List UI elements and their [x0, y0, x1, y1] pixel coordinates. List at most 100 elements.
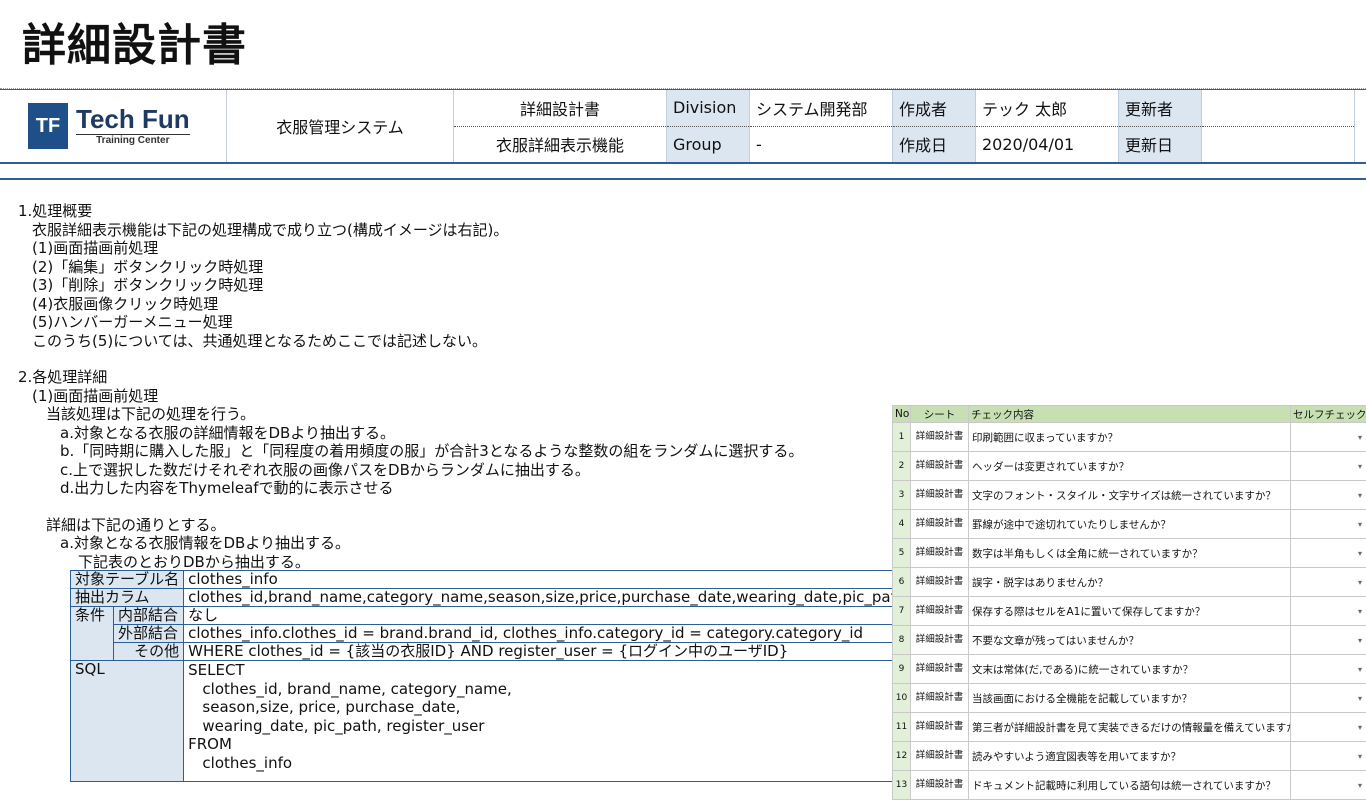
author-label: 作成者 — [893, 90, 976, 126]
checklist-no: 3 — [893, 481, 911, 510]
doc-type: 詳細設計書 — [454, 90, 667, 126]
header-separator — [0, 178, 1366, 180]
group-value: - — [750, 126, 893, 162]
dropdown-arrow-icon: ▾ — [1358, 694, 1362, 703]
checklist-content: 不要な文章が残ってはいませんか？ — [969, 626, 1291, 655]
updated-label: 更新日 — [1119, 126, 1202, 162]
section2-step: a.対象となる衣服の詳細情報をDBより抽出する。 — [18, 424, 803, 443]
section2-desc: 当該処理は下記の処理を行う。 — [18, 405, 803, 424]
checklist-content: ヘッダーは変更されていますか？ — [969, 452, 1291, 481]
self-check-dropdown[interactable]: ▾ — [1291, 423, 1366, 452]
page-title: 詳細設計書 — [22, 16, 247, 76]
self-check-dropdown[interactable]: ▾ — [1291, 539, 1366, 568]
col-self-header: セルフチェック — [1291, 406, 1366, 423]
checklist-sheet: 詳細設計書 — [911, 481, 969, 510]
updater-label: 更新者 — [1119, 90, 1202, 126]
section1-item: (2)「編集」ボタンクリック時処理 — [18, 258, 803, 277]
checklist-row: 11詳細設計書第三者が詳細設計書を見て実装できるだけの情報量を備えていますか？▾ — [893, 713, 1366, 742]
dropdown-arrow-icon: ▾ — [1358, 723, 1362, 732]
checklist-row: 5詳細設計書数字は半角もしくは全角に統一されていますか？▾ — [893, 539, 1366, 568]
checklist-sheet: 詳細設計書 — [911, 597, 969, 626]
updater-value — [1202, 90, 1355, 126]
document-body: 1.処理概要 衣服詳細表示機能は下記の処理構成で成り立つ(構成イメージは右記)。… — [18, 202, 803, 571]
dropdown-arrow-icon: ▾ — [1358, 433, 1362, 442]
self-check-dropdown[interactable]: ▾ — [1291, 742, 1366, 771]
self-check-dropdown[interactable]: ▾ — [1291, 452, 1366, 481]
self-check-dropdown[interactable]: ▾ — [1291, 510, 1366, 539]
section1-note: このうち(5)については、共通処理となるためここでは記述しない。 — [18, 332, 803, 351]
checklist-rows: 1詳細設計書印刷範囲に収まっていますか？▾2詳細設計書ヘッダーは変更されています… — [893, 423, 1366, 800]
checklist-content: 文字のフォント・スタイル・文字サイズは統一されていますか？ — [969, 481, 1291, 510]
checklist-sheet: 詳細設計書 — [911, 771, 969, 800]
division-value: システム開発部 — [750, 90, 893, 126]
tech-fun-logo-icon: TF — [28, 103, 68, 149]
checklist-row: 1詳細設計書印刷範囲に収まっていますか？▾ — [893, 423, 1366, 452]
checklist-sheet: 詳細設計書 — [911, 742, 969, 771]
checklist-row: 2詳細設計書ヘッダーは変更されていますか？▾ — [893, 452, 1366, 481]
col-no-header: No — [893, 406, 911, 423]
checklist-sheet: 詳細設計書 — [911, 510, 969, 539]
section1-item: (1)画面描画前処理 — [18, 239, 803, 258]
self-check-dropdown[interactable]: ▾ — [1291, 684, 1366, 713]
sql-line: clothes_id, brand_name, category_name, — [188, 680, 888, 699]
checklist-content: 当該画面における全機能を記載していますか？ — [969, 684, 1291, 713]
updated-value — [1202, 126, 1355, 162]
checklist-no: 4 — [893, 510, 911, 539]
checklist-no: 10 — [893, 684, 911, 713]
dropdown-arrow-icon: ▾ — [1358, 665, 1362, 674]
section2-a: a.対象となる衣服情報をDBより抽出する。 — [18, 534, 803, 553]
created-label: 作成日 — [893, 126, 976, 162]
section1-item: (3)「削除」ボタンクリック時処理 — [18, 276, 803, 295]
sql-line: clothes_info — [188, 754, 888, 773]
self-check-dropdown[interactable]: ▾ — [1291, 771, 1366, 800]
section1-item: (4)衣服画像クリック時処理 — [18, 295, 803, 314]
checklist-row: 9詳細設計書文末は常体(だ,である)に統一されていますか？▾ — [893, 655, 1366, 684]
sql-value: SELECT clothes_id, brand_name, category_… — [184, 661, 893, 782]
sql-line: wearing_date, pic_path, register_user — [188, 717, 888, 736]
checklist-row: 6詳細設計書誤字・脱字はありませんか？▾ — [893, 568, 1366, 597]
section2-step: c.上で選択した数だけそれぞれ衣服の画像パスをDBからランダムに抽出する。 — [18, 461, 803, 480]
checklist-row: 13詳細設計書ドキュメント記載時に利用している語句は統一されていますか？▾ — [893, 771, 1366, 800]
section2-step: d.出力した内容をThymeleafで動的に表示させる — [18, 479, 803, 498]
checklist-row: 10詳細設計書当該画面における全機能を記載していますか？ ▾ — [893, 684, 1366, 713]
checklist-sheet: 詳細設計書 — [911, 539, 969, 568]
col-sheet-header: シート — [911, 406, 969, 423]
dropdown-arrow-icon: ▾ — [1358, 520, 1362, 529]
self-check-dropdown[interactable]: ▾ — [1291, 626, 1366, 655]
self-check-dropdown[interactable]: ▾ — [1291, 713, 1366, 742]
self-check-dropdown[interactable]: ▾ — [1291, 655, 1366, 684]
checklist-content: ドキュメント記載時に利用している語句は統一されていますか？ — [969, 771, 1291, 800]
checklist-no: 11 — [893, 713, 911, 742]
checklist-content: 誤字・脱字はありませんか？ — [969, 568, 1291, 597]
dropdown-arrow-icon: ▾ — [1358, 491, 1362, 500]
self-check-dropdown[interactable]: ▾ — [1291, 597, 1366, 626]
dropdown-arrow-icon: ▾ — [1358, 636, 1362, 645]
section2-title: 2.各処理詳細 — [18, 368, 803, 387]
condition-label: 条件 — [71, 607, 114, 661]
checklist-content: 読みやすいよう適宜図表等を用いてますか？ — [969, 742, 1291, 771]
dropdown-arrow-icon: ▾ — [1358, 607, 1362, 616]
checklist-no: 5 — [893, 539, 911, 568]
checklist-no: 7 — [893, 597, 911, 626]
dropdown-arrow-icon: ▾ — [1358, 549, 1362, 558]
columns-label: 抽出カラム — [71, 589, 184, 607]
logo-cell: TF Tech Fun Training Center — [0, 90, 227, 162]
checklist-sheet: 詳細設計書 — [911, 568, 969, 597]
dropdown-arrow-icon: ▾ — [1358, 781, 1362, 790]
target-table-value: clothes_info — [184, 571, 893, 589]
logo-name: Tech Fun — [76, 106, 190, 132]
checklist-content: 保存する際はセルをA1に置いて保存してますか？ — [969, 597, 1291, 626]
checklist-row: 3詳細設計書文字のフォント・スタイル・文字サイズは統一されていますか？ ▾ — [893, 481, 1366, 510]
db-extract-table: 対象テーブル名 clothes_info 抽出カラム clothes_id,br… — [70, 570, 893, 782]
section1-item: (5)ハンバーガーメニュー処理 — [18, 313, 803, 332]
checklist-sheet: 詳細設計書 — [911, 684, 969, 713]
self-check-dropdown[interactable]: ▾ — [1291, 481, 1366, 510]
checklist-sheet: 詳細設計書 — [911, 452, 969, 481]
checklist-content: 文末は常体(だ,である)に統一されていますか？ — [969, 655, 1291, 684]
target-table-label: 対象テーブル名 — [71, 571, 184, 589]
checklist-no: 6 — [893, 568, 911, 597]
checklist-no: 1 — [893, 423, 911, 452]
self-check-dropdown[interactable]: ▾ — [1291, 568, 1366, 597]
sql-line: SELECT — [188, 661, 888, 680]
checklist-sheet: 詳細設計書 — [911, 423, 969, 452]
